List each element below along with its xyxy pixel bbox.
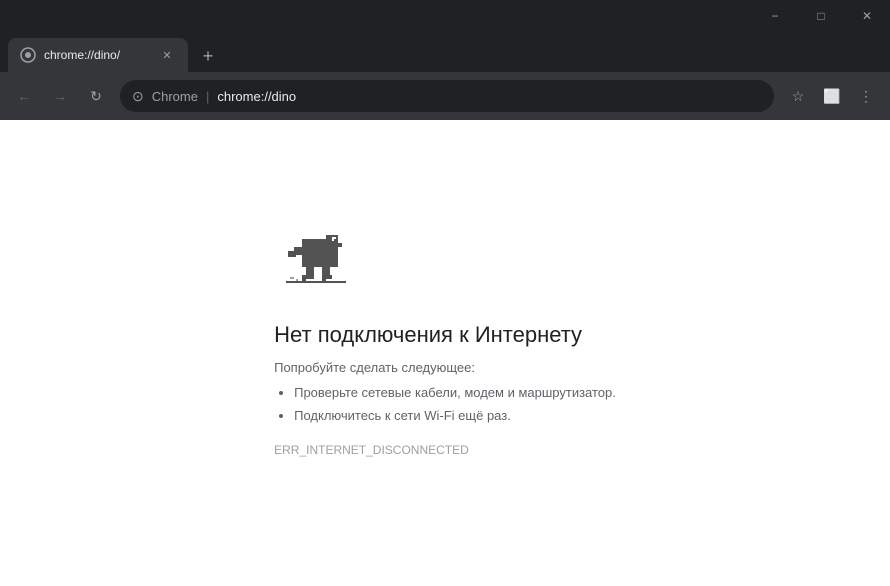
- error-subtitle: Попробуйте сделать следующее:: [274, 360, 475, 375]
- error-title: Нет подключения к Интернету: [274, 322, 582, 348]
- error-code: ERR_INTERNET_DISCONNECTED: [274, 443, 469, 457]
- tab-close-button[interactable]: ✕: [158, 46, 176, 64]
- new-tab-button[interactable]: +: [192, 42, 224, 70]
- bookmark-button[interactable]: ☆: [782, 80, 814, 112]
- reload-icon: ↻: [90, 88, 102, 105]
- menu-button[interactable]: ⋮: [850, 80, 882, 112]
- navbar: ← → ↻ ⊙ Chrome | chrome://dino ☆ ⬜ ⋮: [0, 72, 890, 120]
- dino-icon: [278, 229, 350, 306]
- omnibox-url: chrome://dino: [217, 89, 762, 104]
- omnibox-separator: |: [206, 89, 209, 104]
- tab-title: chrome://dino/: [44, 48, 150, 62]
- extensions-icon: ⬜: [823, 88, 840, 105]
- nav-right-buttons: ☆ ⬜ ⋮: [782, 80, 882, 112]
- bookmark-icon: ☆: [792, 88, 805, 105]
- extensions-button[interactable]: ⬜: [816, 80, 848, 112]
- omnibox-chrome-label: Chrome: [152, 89, 198, 104]
- reload-button[interactable]: ↻: [80, 80, 112, 112]
- tab-favicon: [20, 47, 36, 63]
- error-container: Нет подключения к Интернету Попробуйте с…: [254, 209, 636, 478]
- forward-button[interactable]: →: [44, 80, 76, 112]
- error-suggestion-1: Проверьте сетевые кабели, модем и маршру…: [294, 381, 616, 404]
- back-button[interactable]: ←: [8, 80, 40, 112]
- security-icon: ⊙: [132, 88, 144, 105]
- close-button[interactable]: ✕: [844, 0, 890, 32]
- titlebar-controls: − □ ✕: [752, 0, 890, 32]
- active-tab[interactable]: chrome://dino/ ✕: [8, 38, 188, 72]
- page-content: Нет подключения к Интернету Попробуйте с…: [0, 120, 890, 586]
- error-suggestions-list: Проверьте сетевые кабели, модем и маршру…: [274, 381, 616, 428]
- error-suggestion-2: Подключитесь к сети Wi-Fi ещё раз.: [294, 404, 616, 427]
- back-icon: ←: [17, 88, 31, 104]
- menu-icon: ⋮: [859, 88, 873, 105]
- forward-icon: →: [53, 88, 67, 104]
- omnibox[interactable]: ⊙ Chrome | chrome://dino: [120, 80, 774, 112]
- minimize-button[interactable]: −: [752, 0, 798, 32]
- maximize-button[interactable]: □: [798, 0, 844, 32]
- tabbar: chrome://dino/ ✕ +: [0, 32, 890, 72]
- titlebar: − □ ✕: [0, 0, 890, 32]
